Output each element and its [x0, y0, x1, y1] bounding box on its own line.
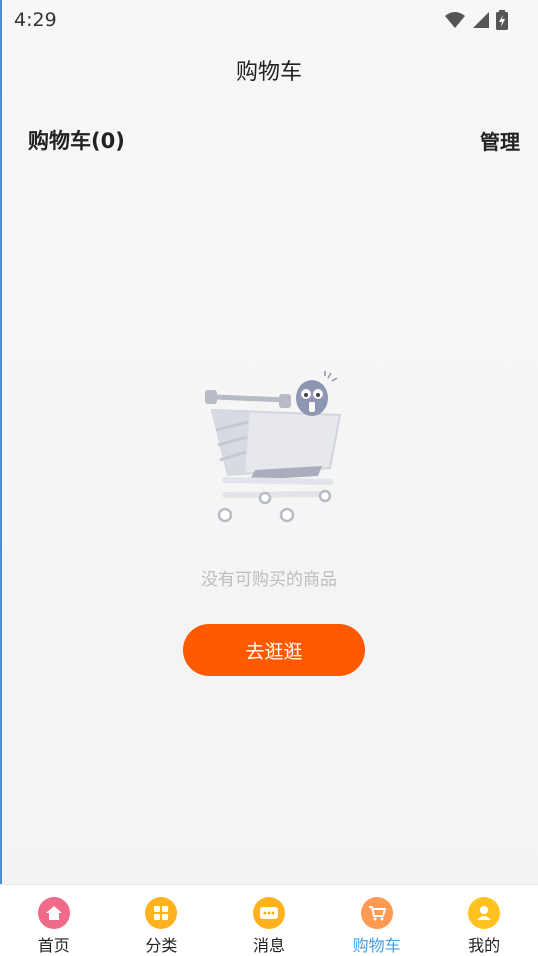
- nav-item-category[interactable]: 分类: [108, 885, 216, 956]
- nav-label-home: 首页: [37, 936, 70, 955]
- go-shopping-button[interactable]: 去逛逛: [183, 624, 365, 676]
- empty-message: 没有可购买的商品: [201, 570, 337, 590]
- nav-label-profile: 我的: [468, 936, 501, 955]
- nav-item-cart[interactable]: 购物车: [323, 885, 431, 956]
- cart-count-label: 购物车(0): [28, 129, 125, 153]
- manage-button[interactable]: 管理: [480, 126, 520, 155]
- nav-label-category: 分类: [145, 936, 178, 955]
- message-icon: [252, 897, 285, 929]
- status-time: 4:29: [14, 9, 57, 31]
- page-title: 购物车: [235, 60, 302, 85]
- profile-icon: [468, 897, 501, 929]
- empty-cart-illustration: [205, 371, 342, 523]
- signal-icon: [473, 12, 489, 28]
- nav-item-messages[interactable]: 消息: [215, 885, 323, 956]
- status-icons: [444, 10, 508, 30]
- home-icon: [37, 897, 70, 929]
- cart-screen: 4:29 购物车 购物车(0) 管理 没有可购买的商品 去逛逛 首页 分类 消息…: [0, 0, 538, 956]
- status-bar: 4:29: [0, 0, 538, 40]
- nav-item-profile[interactable]: 我的: [430, 885, 538, 956]
- category-icon: [145, 897, 178, 929]
- wifi-icon: [445, 12, 465, 28]
- bottom-nav: 首页 分类 消息 购物车 我的: [0, 884, 538, 956]
- nav-item-home[interactable]: 首页: [0, 885, 108, 956]
- title-bar: 购物车: [0, 40, 538, 100]
- battery-icon: [496, 10, 508, 30]
- nav-label-messages: 消息: [252, 936, 285, 955]
- nav-label-cart: 购物车: [352, 936, 401, 955]
- cart-header: 购物车(0) 管理: [0, 110, 538, 170]
- cart-icon: [360, 897, 393, 929]
